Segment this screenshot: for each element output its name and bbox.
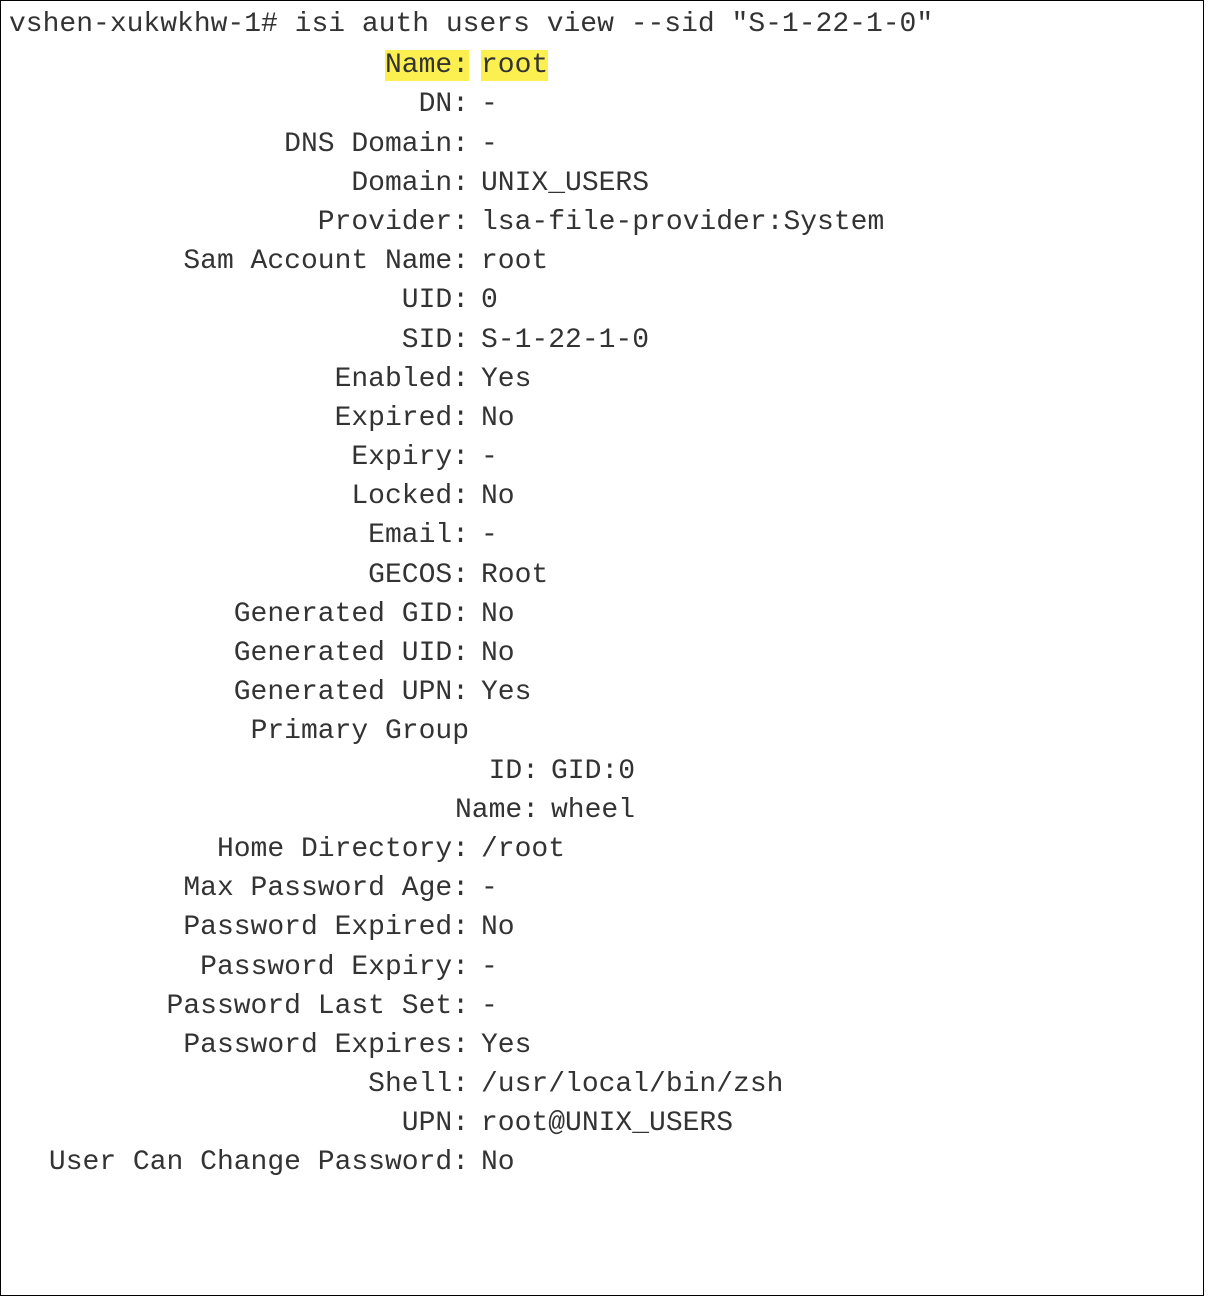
provider-value: lsa-file-provider:System [469,203,884,242]
domain-value: UNIX_USERS [469,164,649,203]
domain-label: Domain: [9,164,469,203]
pw-expires-label: Password Expires: [9,1026,469,1065]
field-domain: Domain: UNIX_USERS [9,164,1195,203]
sam-label: Sam Account Name: [9,242,469,281]
field-primary-group-name: Name: wheel [9,791,1195,830]
field-dn: DN: - [9,85,1195,124]
field-locked: Locked: No [9,477,1195,516]
max-pw-age-label: Max Password Age: [9,869,469,908]
gen-uid-value: No [469,634,515,673]
field-home-directory: Home Directory: /root [9,830,1195,869]
shell-value: /usr/local/bin/zsh [469,1065,783,1104]
field-provider: Provider: lsa-file-provider:System [9,203,1195,242]
sid-value: S-1-22-1-0 [469,321,649,360]
dn-label: DN: [9,85,469,124]
field-max-password-age: Max Password Age: - [9,869,1195,908]
locked-label: Locked: [9,477,469,516]
pg-id-label: ID: [9,752,539,791]
pw-expired-label: Password Expired: [9,908,469,947]
field-generated-upn: Generated UPN: Yes [9,673,1195,712]
uid-label: UID: [9,281,469,320]
name-label: Name: [385,50,469,81]
expired-label: Expired: [9,399,469,438]
command-prompt-line: vshen-xukwkhw-1# isi auth users view --s… [9,5,1195,44]
pw-last-set-value: - [469,987,498,1026]
field-name: Name: root [9,46,1195,85]
gecos-label: GECOS: [9,556,469,595]
dn-value: - [469,85,498,124]
gen-upn-value: Yes [469,673,531,712]
field-password-expires: Password Expires: Yes [9,1026,1195,1065]
pw-last-set-label: Password Last Set: [9,987,469,1026]
pw-expired-value: No [469,908,515,947]
dns-domain-label: DNS Domain: [9,125,469,164]
expired-value: No [469,399,515,438]
field-gecos: GECOS: Root [9,556,1195,595]
email-label: Email: [9,516,469,555]
pg-name-value: wheel [539,791,635,830]
sam-value: root [469,242,548,281]
field-email: Email: - [9,516,1195,555]
home-dir-value: /root [469,830,565,869]
field-enabled: Enabled: Yes [9,360,1195,399]
expiry-value: - [469,438,498,477]
field-uid: UID: 0 [9,281,1195,320]
field-dns-domain: DNS Domain: - [9,125,1195,164]
field-shell: Shell: /usr/local/bin/zsh [9,1065,1195,1104]
name-value: root [481,50,548,81]
expiry-label: Expiry: [9,438,469,477]
user-can-change-label: User Can Change Password: [9,1143,469,1182]
field-password-expiry: Password Expiry: - [9,948,1195,987]
uid-value: 0 [469,281,498,320]
field-expired: Expired: No [9,399,1195,438]
field-password-expired: Password Expired: No [9,908,1195,947]
field-upn: UPN: root@UNIX_USERS [9,1104,1195,1143]
field-password-last-set: Password Last Set: - [9,987,1195,1026]
primary-group-label: Primary Group [9,712,469,751]
pw-expires-value: Yes [469,1026,531,1065]
email-value: - [469,516,498,555]
gen-upn-label: Generated UPN: [9,673,469,712]
shell-label: Shell: [9,1065,469,1104]
locked-value: No [469,477,515,516]
enabled-label: Enabled: [9,360,469,399]
gen-gid-label: Generated GID: [9,595,469,634]
gecos-value: Root [469,556,548,595]
pg-id-value: GID:0 [539,752,635,791]
enabled-value: Yes [469,360,531,399]
field-sam-account-name: Sam Account Name: root [9,242,1195,281]
field-generated-gid: Generated GID: No [9,595,1195,634]
field-expiry: Expiry: - [9,438,1195,477]
pw-expiry-value: - [469,948,498,987]
field-sid: SID: S-1-22-1-0 [9,321,1195,360]
max-pw-age-value: - [469,869,498,908]
field-primary-group-id: ID: GID:0 [9,752,1195,791]
home-dir-label: Home Directory: [9,830,469,869]
upn-value: root@UNIX_USERS [469,1104,733,1143]
pg-name-label: Name: [9,791,539,830]
dns-domain-value: - [469,125,498,164]
field-generated-uid: Generated UID: No [9,634,1195,673]
pw-expiry-label: Password Expiry: [9,948,469,987]
gen-uid-label: Generated UID: [9,634,469,673]
gen-gid-value: No [469,595,515,634]
provider-label: Provider: [9,203,469,242]
primary-group-value [469,712,481,751]
upn-label: UPN: [9,1104,469,1143]
user-can-change-value: No [469,1143,515,1182]
field-user-can-change-password: User Can Change Password: No [9,1143,1195,1182]
field-primary-group: Primary Group [9,712,1195,751]
sid-label: SID: [9,321,469,360]
